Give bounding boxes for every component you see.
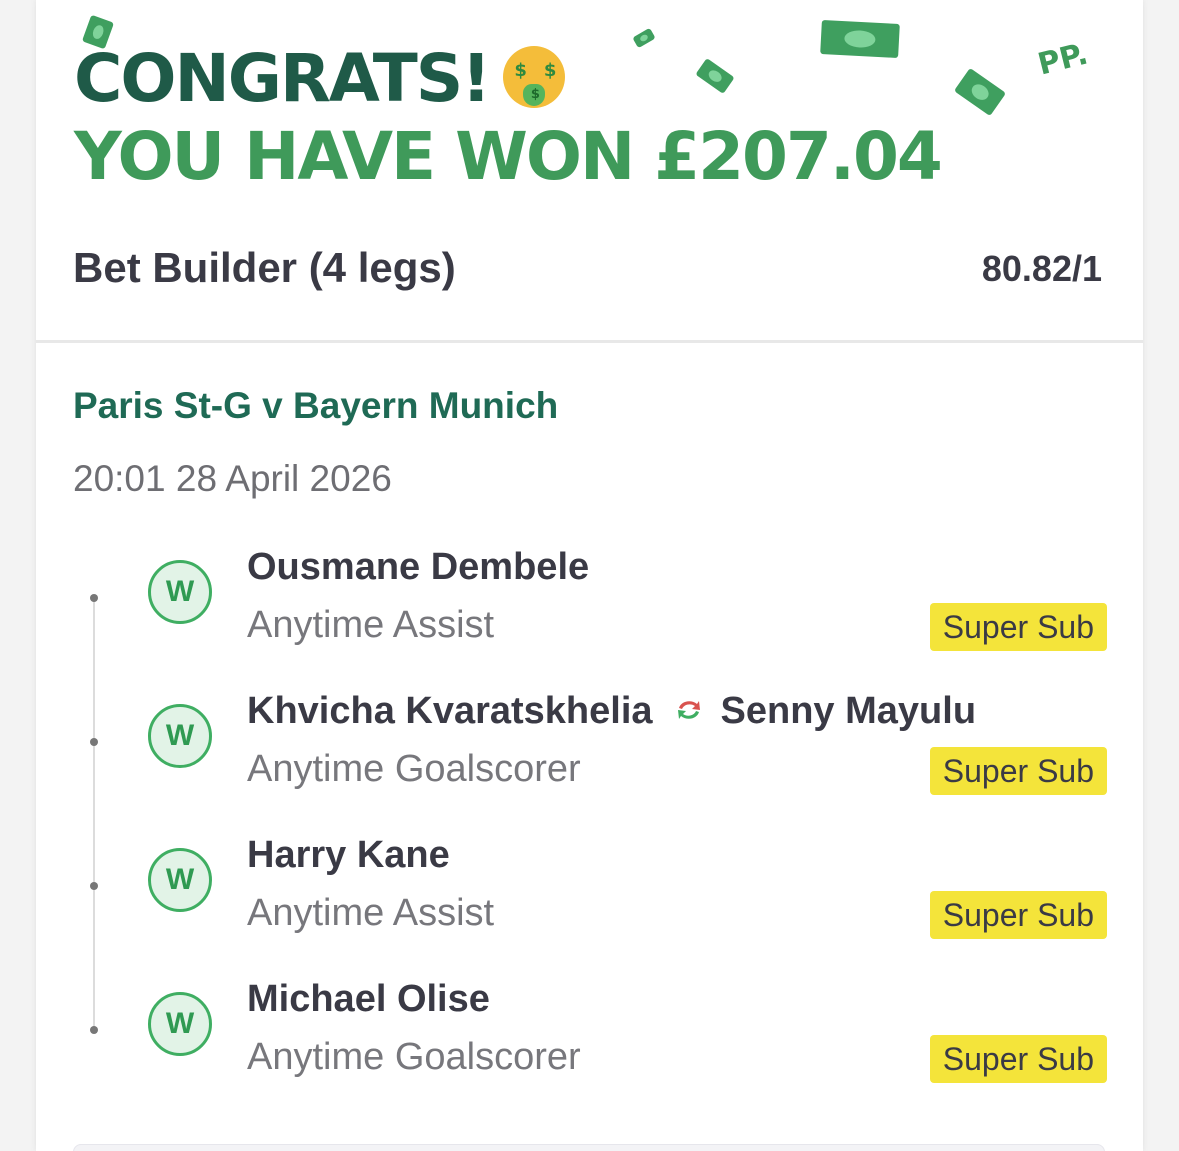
leg-player: Michael Olise xyxy=(247,978,490,1020)
timeline-dot xyxy=(90,594,98,602)
win-badge: W xyxy=(148,992,212,1056)
bet-leg: W Michael Olise Anytime Goalscorer Super… xyxy=(36,978,1143,1122)
super-sub-tag: Super Sub xyxy=(929,1035,1107,1083)
bet-odds: 80.82/1 xyxy=(981,248,1102,289)
win-badge: W xyxy=(148,848,212,912)
win-badge: W xyxy=(148,704,212,768)
leg-player-row: Khvicha Kvaratskhelia Senny Mayulu xyxy=(247,690,976,733)
substitution-swap-icon xyxy=(677,700,700,719)
money-bill-icon xyxy=(695,58,735,94)
bet-leg: W Harry Kane Anytime Assist Super Sub xyxy=(36,834,1143,978)
super-sub-tag: Super Sub xyxy=(929,747,1107,795)
win-amount-heading: YOU HAVE WON £207.04 xyxy=(74,118,943,195)
super-sub-tag: Super Sub xyxy=(929,603,1107,651)
leg-market: Anytime Assist xyxy=(247,604,495,646)
leg-market: Anytime Goalscorer xyxy=(247,1036,581,1078)
leg-market: Anytime Assist xyxy=(247,892,495,934)
congrats-text: CONGRATS! xyxy=(74,40,491,117)
bet-type: Bet Builder (4 legs) xyxy=(73,244,456,291)
money-bill-icon xyxy=(953,67,1007,117)
money-mouth-face-icon: $ $ $ xyxy=(503,45,566,108)
event-datetime: 20:01 28 April 2026 xyxy=(73,458,392,499)
leg-player: Khvicha Kvaratskhelia xyxy=(247,690,653,732)
leg-market: Anytime Goalscorer xyxy=(247,748,581,790)
bet-leg: W Khvicha Kvaratskhelia Senny Mayulu Any… xyxy=(36,690,1143,834)
timeline-dot xyxy=(90,882,98,890)
leg-sub-player: Senny Mayulu xyxy=(720,690,977,732)
timeline-dot xyxy=(90,738,98,746)
congrats-heading: CONGRATS! $ $ $ xyxy=(74,40,566,117)
timeline-dot xyxy=(90,1026,98,1034)
bet-result-card: PP. CONGRATS! $ $ $ YOU HAVE WON £207.04 Be… xyxy=(36,0,1143,1151)
win-badge: W xyxy=(148,560,212,624)
money-bill-icon xyxy=(820,19,900,59)
leg-player: Ousmane Dembele xyxy=(247,546,590,588)
leg-player: Harry Kane xyxy=(247,834,450,876)
event-name[interactable]: Paris St-G v Bayern Munich xyxy=(73,385,558,427)
next-section-box xyxy=(73,1144,1105,1151)
bet-leg: W Ousmane Dembele Anytime Assist Super S… xyxy=(36,546,1143,690)
super-sub-tag: Super Sub xyxy=(929,891,1107,939)
money-bill-icon xyxy=(632,27,656,49)
divider xyxy=(36,340,1143,343)
brand-logo: PP. xyxy=(1034,36,1092,83)
